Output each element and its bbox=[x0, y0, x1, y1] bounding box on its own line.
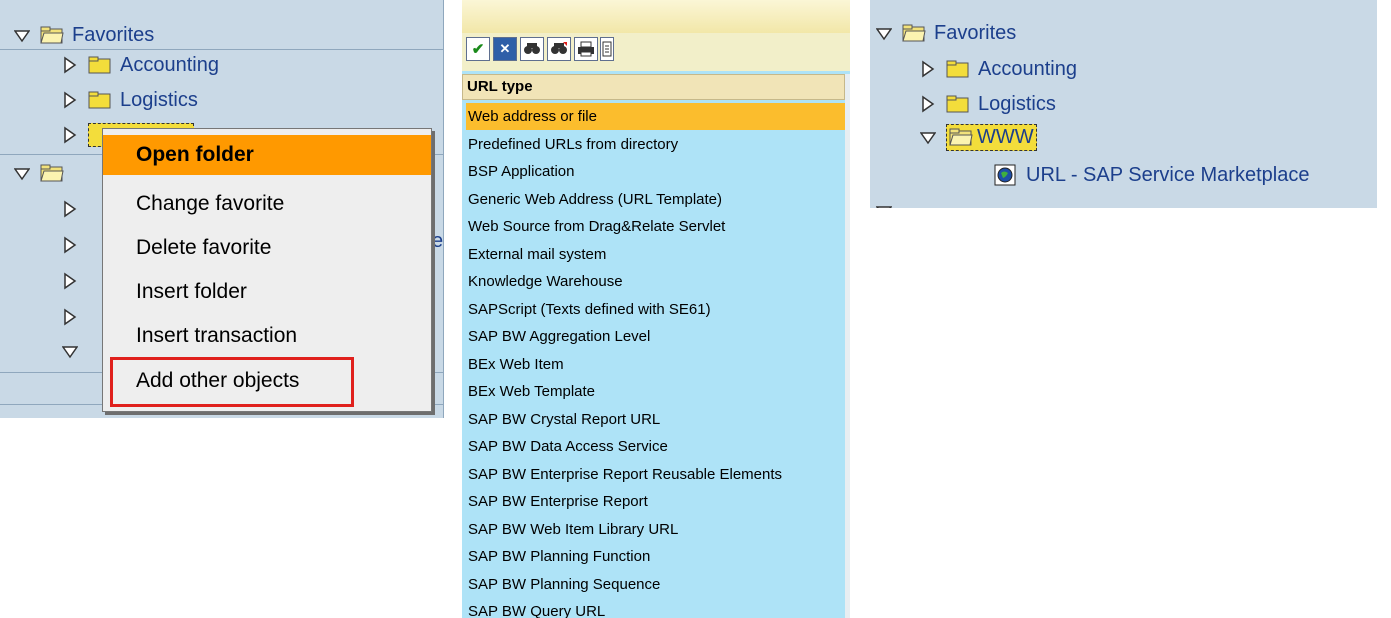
tree-node-hidden-5[interactable] bbox=[62, 334, 88, 368]
truncated-label-fragment: e bbox=[432, 230, 444, 252]
url-type-selection-dialog: ✔ ✕ URL type Web address or file Predefin… bbox=[462, 0, 850, 618]
menu-item-label: Insert folder bbox=[136, 280, 247, 303]
tree-node-url-service-marketplace[interactable]: URL - SAP Service Marketplace bbox=[994, 158, 1309, 192]
url-type-option[interactable]: SAP BW Web Item Library URL bbox=[466, 516, 845, 543]
tree-label-favorites: Favorites bbox=[72, 23, 155, 46]
menu-item-delete-favorite[interactable]: Delete favorite bbox=[103, 228, 431, 268]
find-icon[interactable] bbox=[520, 37, 544, 61]
folder-icon bbox=[88, 91, 112, 109]
expanded-triangle-icon[interactable] bbox=[876, 202, 892, 208]
collapsed-triangle-icon[interactable] bbox=[62, 126, 78, 144]
cancel-icon[interactable]: ✕ bbox=[493, 37, 517, 61]
url-type-option[interactable]: SAP BW Crystal Report URL bbox=[466, 406, 845, 433]
tree-node-accounting[interactable]: Accounting bbox=[62, 48, 219, 82]
url-type-option[interactable]: Knowledge Warehouse bbox=[466, 268, 845, 295]
menu-item-insert-transaction[interactable]: Insert transaction bbox=[103, 316, 431, 356]
www-folder-selected[interactable]: WWW bbox=[946, 123, 1037, 151]
url-type-option[interactable]: SAP BW Aggregation Level bbox=[466, 323, 845, 350]
tree-node-hidden-2[interactable] bbox=[62, 228, 88, 262]
expanded-triangle-icon[interactable] bbox=[14, 26, 30, 44]
dialog-title-bar bbox=[462, 0, 850, 34]
folder-icon bbox=[946, 95, 970, 113]
menu-item-open-folder[interactable]: Open folder bbox=[103, 135, 431, 175]
tree-label-logistics: Logistics bbox=[978, 92, 1056, 115]
collapsed-triangle-icon[interactable] bbox=[920, 60, 936, 78]
collapsed-triangle-icon[interactable] bbox=[920, 95, 936, 113]
tree-label-favorites: Favorites bbox=[934, 21, 1017, 44]
tree-label-www: WWW bbox=[977, 125, 1034, 148]
url-type-option[interactable]: Predefined URLs from directory bbox=[466, 131, 845, 158]
url-globe-icon bbox=[994, 164, 1016, 186]
expanded-triangle-icon[interactable] bbox=[62, 342, 78, 360]
tree-node-favorites[interactable]: Favorites bbox=[14, 18, 154, 52]
url-type-option[interactable]: Generic Web Address (URL Template) bbox=[466, 186, 845, 213]
url-type-option[interactable]: SAP BW Query URL bbox=[466, 598, 845, 618]
tree-label-accounting: Accounting bbox=[120, 53, 219, 76]
favorites-tree-panel-right: Favorites Accounting Logistics WWW URL -… bbox=[870, 0, 1377, 208]
tree-label-url: URL - SAP Service Marketplace bbox=[1026, 163, 1310, 186]
collapsed-triangle-icon[interactable] bbox=[62, 272, 78, 290]
open-folder-icon bbox=[902, 24, 926, 42]
collapsed-triangle-icon[interactable] bbox=[62, 91, 78, 109]
checkmark-icon[interactable]: ✔ bbox=[466, 37, 490, 61]
expanded-triangle-icon[interactable] bbox=[14, 164, 30, 182]
url-type-option[interactable]: SAP BW Planning Sequence bbox=[466, 571, 845, 598]
open-folder-icon bbox=[40, 26, 64, 44]
print-icon[interactable] bbox=[574, 37, 598, 61]
tree-node-accounting[interactable]: Accounting bbox=[920, 52, 1077, 86]
url-type-option[interactable]: SAP BW Planning Function bbox=[466, 543, 845, 570]
tree-node-hidden-4[interactable] bbox=[62, 300, 88, 334]
url-type-option[interactable]: Web Source from Drag&Relate Servlet bbox=[466, 213, 845, 240]
menu-item-insert-folder[interactable]: Insert folder bbox=[103, 272, 431, 312]
url-type-option[interactable]: SAP BW Enterprise Report Reusable Elemen… bbox=[466, 461, 845, 488]
menu-item-label: Insert transaction bbox=[136, 324, 298, 347]
url-type-option[interactable]: BEx Web Item bbox=[466, 351, 845, 378]
url-type-option[interactable]: SAP BW Enterprise Report bbox=[466, 488, 845, 515]
find-next-icon[interactable] bbox=[547, 37, 571, 61]
tree-node-sap-menu[interactable] bbox=[876, 194, 902, 208]
tree-node-hidden-3[interactable] bbox=[62, 264, 88, 298]
highlight-callout-box bbox=[110, 357, 354, 407]
info-icon[interactable] bbox=[600, 37, 614, 61]
menu-item-change-favorite[interactable]: Change favorite bbox=[103, 184, 431, 224]
favorites-tree-panel-left: Favorites Accounting Logistics e Open fo… bbox=[0, 0, 444, 418]
url-type-option[interactable]: External mail system bbox=[466, 241, 845, 268]
tree-node-www[interactable]: WWW bbox=[920, 120, 1037, 154]
collapsed-triangle-icon[interactable] bbox=[62, 236, 78, 254]
menu-item-label: Delete favorite bbox=[136, 236, 272, 259]
tree-node-logistics[interactable]: Logistics bbox=[62, 83, 198, 117]
expanded-triangle-icon[interactable] bbox=[876, 24, 892, 42]
tree-label-accounting: Accounting bbox=[978, 57, 1077, 80]
tree-node-logistics[interactable]: Logistics bbox=[920, 87, 1056, 121]
url-type-option[interactable]: Web address or file bbox=[466, 103, 845, 130]
open-folder-icon bbox=[949, 128, 973, 146]
url-type-column-header[interactable]: URL type bbox=[462, 74, 845, 100]
tree-label-logistics: Logistics bbox=[120, 88, 198, 111]
url-type-option[interactable]: BEx Web Template bbox=[466, 378, 845, 405]
dialog-toolbar: ✔ ✕ bbox=[462, 33, 850, 71]
list-scrollbar[interactable] bbox=[845, 74, 850, 618]
expanded-triangle-icon[interactable] bbox=[920, 128, 936, 146]
folder-icon bbox=[88, 56, 112, 74]
collapsed-triangle-icon[interactable] bbox=[62, 200, 78, 218]
url-type-option[interactable]: SAP BW Data Access Service bbox=[466, 433, 845, 460]
tree-node-hidden-1[interactable] bbox=[62, 192, 88, 226]
url-type-option[interactable]: SAPScript (Texts defined with SE61) bbox=[466, 296, 845, 323]
folder-icon bbox=[946, 60, 970, 78]
menu-item-label: Change favorite bbox=[136, 192, 285, 215]
menu-item-label: Open folder bbox=[136, 143, 254, 166]
tree-node-favorites[interactable]: Favorites bbox=[876, 16, 1016, 50]
collapsed-triangle-icon[interactable] bbox=[62, 56, 78, 74]
tree-node-sap-menu[interactable] bbox=[14, 156, 72, 190]
url-type-option[interactable]: BSP Application bbox=[466, 158, 845, 185]
collapsed-triangle-icon[interactable] bbox=[62, 308, 78, 326]
open-folder-icon bbox=[40, 164, 64, 182]
